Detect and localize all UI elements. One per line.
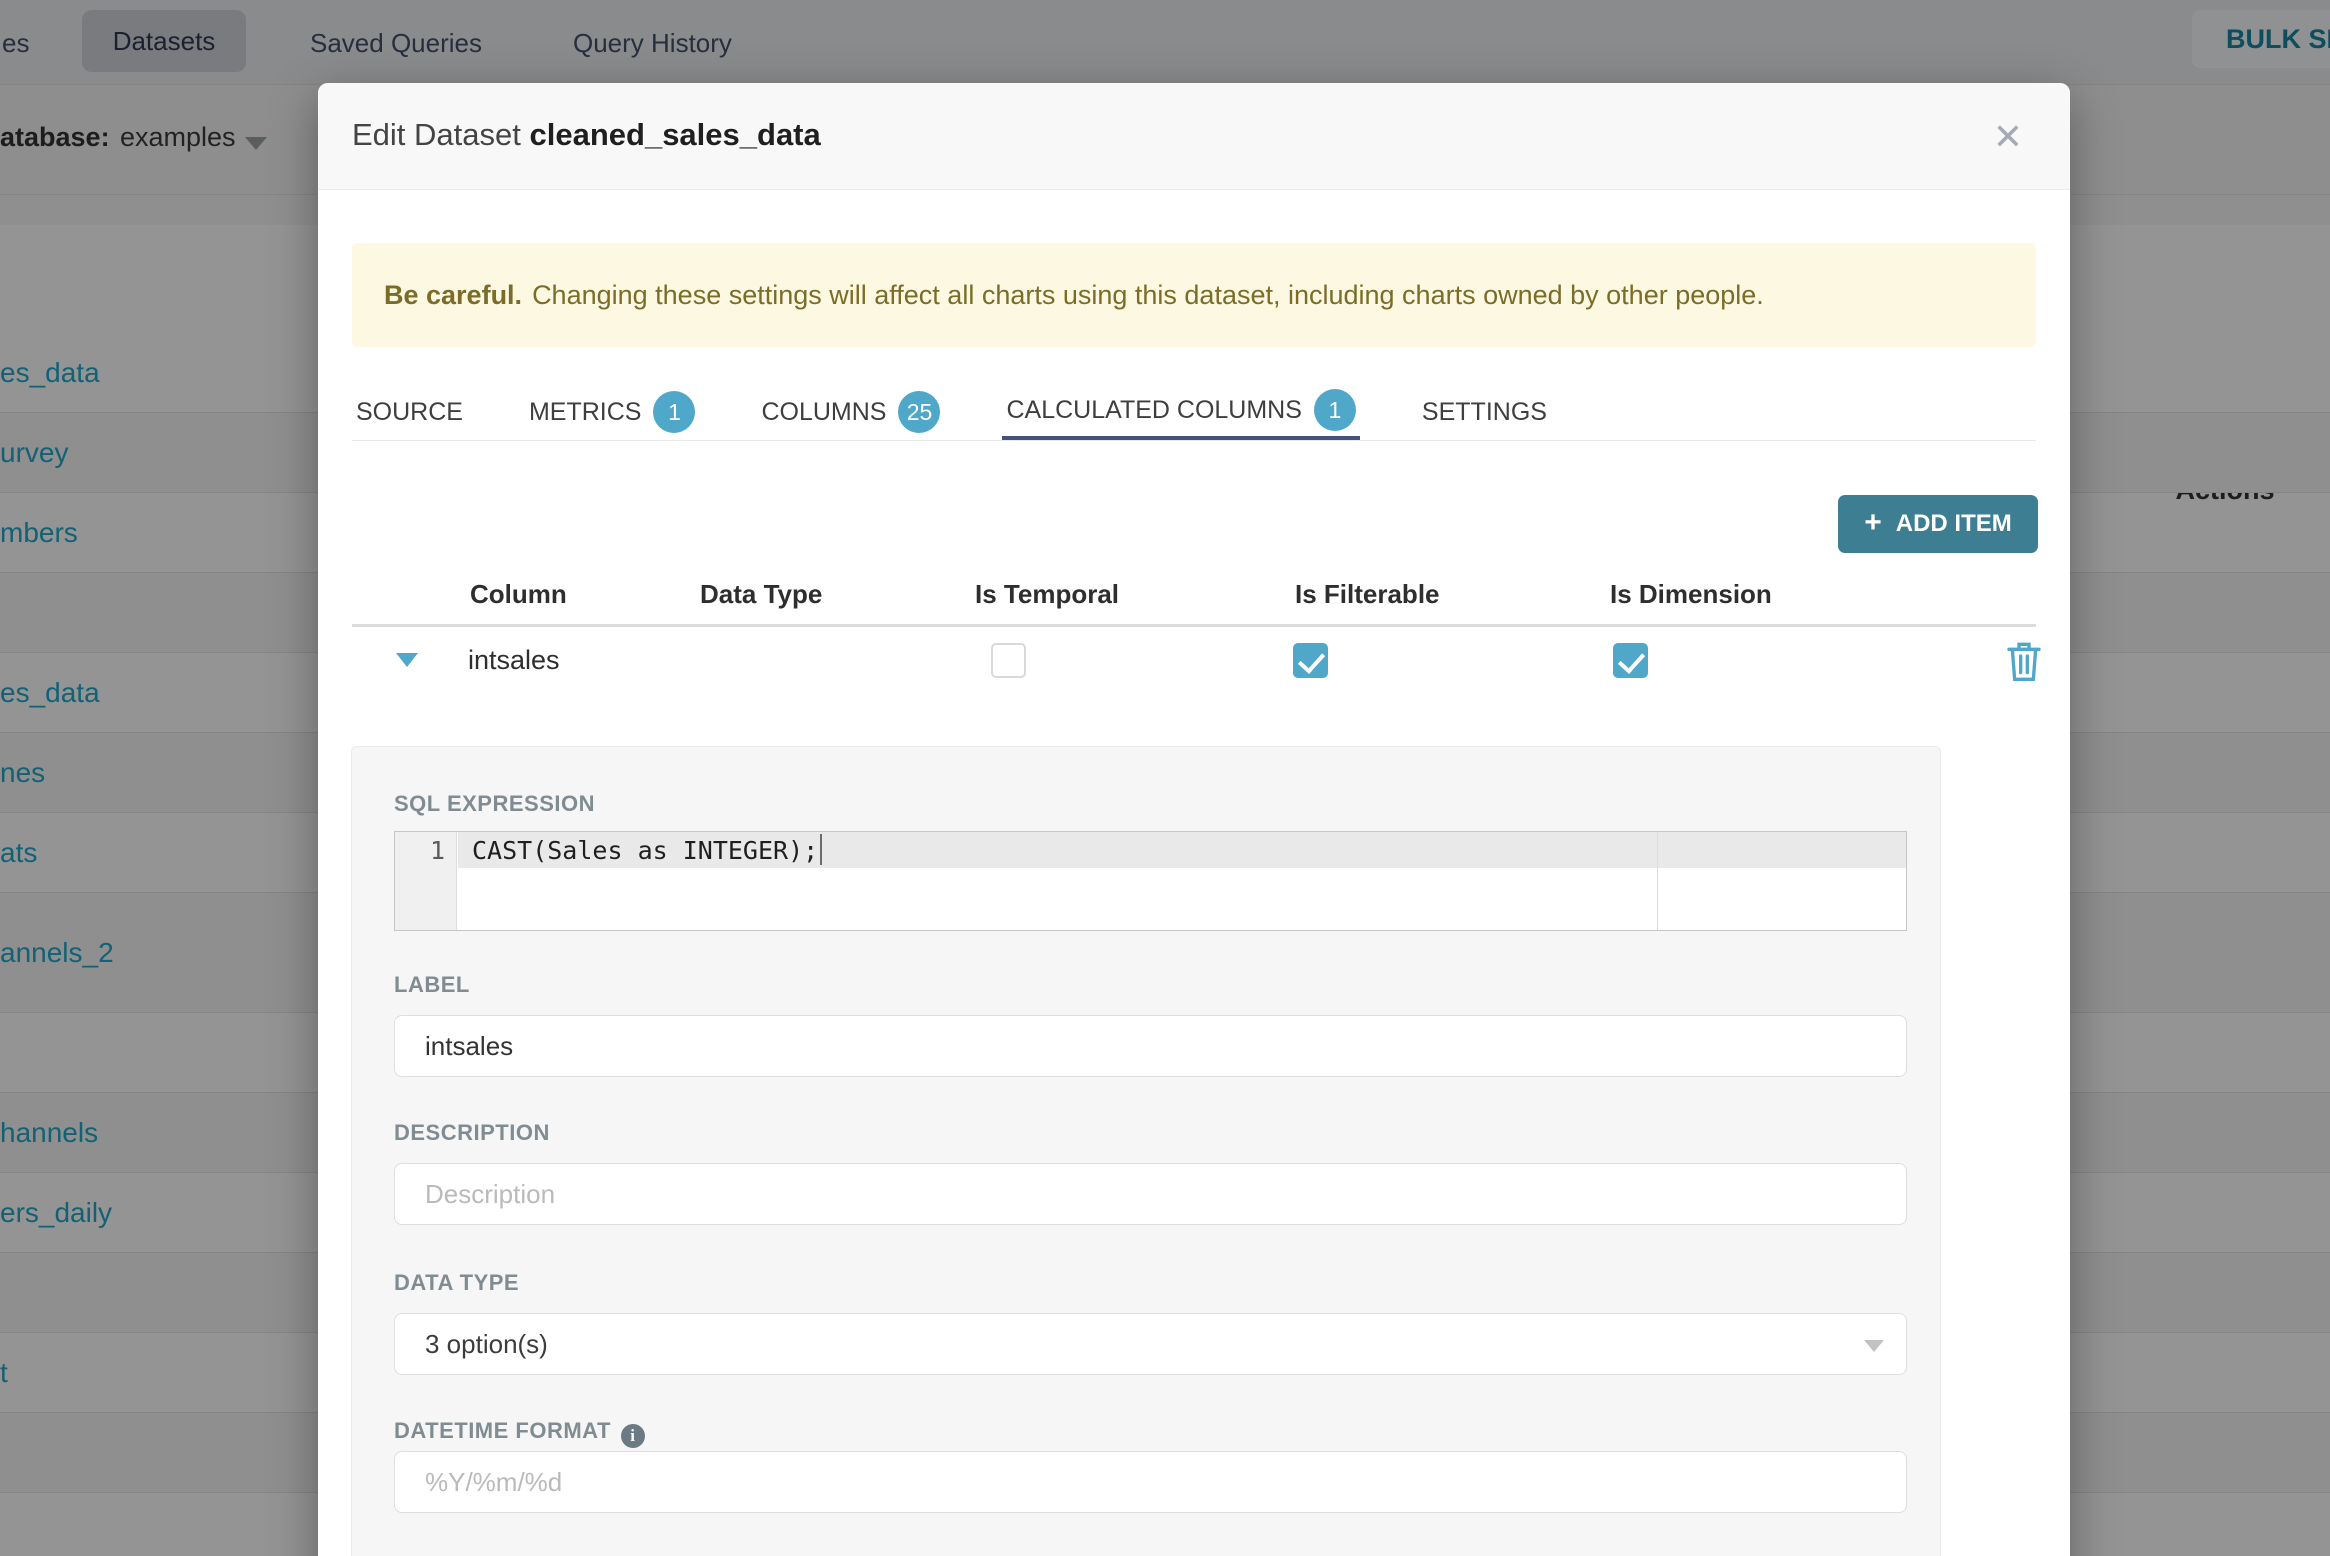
is-filterable-checkbox[interactable] xyxy=(1293,643,1328,678)
info-icon[interactable]: i xyxy=(620,1424,645,1448)
datetime-format-input[interactable] xyxy=(394,1451,1907,1513)
column-header-is-temporal: Is Temporal xyxy=(975,579,1120,609)
label-field-label: LABEL xyxy=(394,972,470,997)
description-input[interactable] xyxy=(394,1163,1907,1225)
label-input[interactable] xyxy=(394,1015,1907,1077)
data-type-selected-value: 3 option(s) xyxy=(425,1328,548,1359)
line-number: 1 xyxy=(429,836,445,865)
modal-title-prefix: Edit Dataset xyxy=(352,117,521,152)
print-margin-line xyxy=(1657,832,1658,930)
metrics-count-badge: 1 xyxy=(653,391,696,433)
calculated-columns-count-badge: 1 xyxy=(1313,389,1356,431)
sql-code: CAST(Sales as INTEGER); xyxy=(472,836,819,865)
column-header-is-filterable: Is Filterable xyxy=(1295,579,1440,609)
calculated-column-name: intsales xyxy=(468,645,560,675)
close-icon[interactable]: ✕ xyxy=(1982,111,2034,163)
modal-title-dataset-name: cleaned_sales_data xyxy=(529,117,821,152)
plus-icon: + xyxy=(1864,505,1882,539)
delete-row-trash-icon[interactable] xyxy=(2004,639,2044,683)
sql-expression-editor[interactable]: 1 CAST(Sales as INTEGER); xyxy=(394,831,1907,931)
description-field-label: DESCRIPTION xyxy=(394,1120,550,1145)
modal-title: Edit Dataset cleaned_sales_data xyxy=(352,117,821,153)
screen: es Datasets Saved Queries Query History … xyxy=(0,0,2330,1556)
text-cursor xyxy=(820,834,822,865)
tab-calculated-columns[interactable]: CALCULATED COLUMNS 1 xyxy=(1002,366,1360,440)
column-header-data-type: Data Type xyxy=(700,579,823,609)
edit-dataset-modal: Edit Dataset cleaned_sales_data ✕ Be car… xyxy=(318,83,2070,1556)
editor-gutter: 1 xyxy=(395,832,457,930)
sql-expression-label: SQL EXPRESSION xyxy=(394,791,595,816)
modal-tabs: SOURCE METRICS 1 COLUMNS 25 CALCULATED COL… xyxy=(352,366,2036,441)
datetime-format-label: DATETIME FORMAT i xyxy=(394,1418,645,1448)
tab-settings[interactable]: SETTINGS xyxy=(1418,366,1551,440)
expanded-column-panel: SQL EXPRESSION 1 CAST(Sales as INTEGER);… xyxy=(351,746,1941,1556)
add-item-button[interactable]: + ADD ITEM xyxy=(1838,495,2038,553)
tab-source[interactable]: SOURCE xyxy=(352,366,467,440)
column-header-column: Column xyxy=(470,579,567,609)
warning-text: Changing these settings will affect all … xyxy=(532,279,1764,310)
table-divider xyxy=(352,624,2036,627)
chevron-down-icon xyxy=(1864,1340,1884,1352)
row-expand-caret-icon[interactable] xyxy=(396,653,418,667)
warning-bold: Be careful. xyxy=(384,279,523,310)
is-temporal-checkbox[interactable] xyxy=(991,643,1026,678)
data-type-select[interactable]: 3 option(s) xyxy=(394,1313,1907,1375)
columns-count-badge: 25 xyxy=(898,391,941,433)
modal-header: Edit Dataset cleaned_sales_data ✕ xyxy=(318,83,2070,190)
tab-metrics[interactable]: METRICS 1 xyxy=(525,366,700,440)
column-header-is-dimension: Is Dimension xyxy=(1610,579,1772,609)
warning-banner: Be careful. Changing these settings will… xyxy=(352,243,2036,347)
is-dimension-checkbox[interactable] xyxy=(1613,643,1648,678)
tab-columns[interactable]: COLUMNS 25 xyxy=(757,366,944,440)
data-type-field-label: DATA TYPE xyxy=(394,1270,520,1295)
